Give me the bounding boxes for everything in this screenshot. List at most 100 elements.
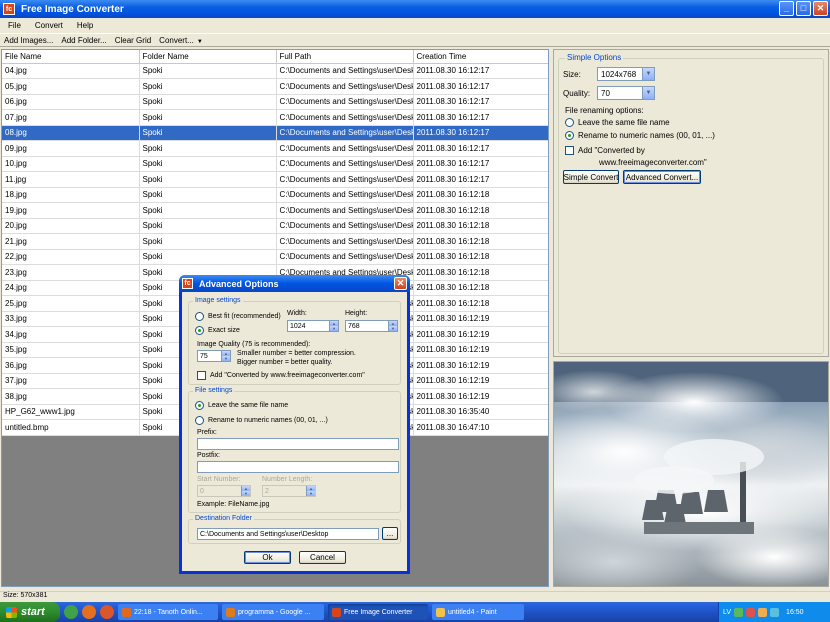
exact-size-label[interactable]: Exact size (208, 327, 240, 334)
windows-flag-icon (6, 606, 17, 618)
table-row[interactable]: 08.jpg Spoki C:\Documents and Settings\use… (2, 125, 548, 141)
quicklaunch-icon-3[interactable] (100, 605, 114, 619)
tray-icon-1[interactable] (734, 607, 744, 617)
add-converted-label-line1[interactable]: Add "Converted by (578, 146, 645, 155)
table-row[interactable]: 19.jpg Spoki C:\Documents and Settings\use… (2, 202, 548, 219)
table-row[interactable]: 10.jpg Spoki C:\Documents and Settings\use… (2, 156, 548, 172)
minimize-button[interactable]: _ (779, 1, 794, 16)
leave-same-radio[interactable] (565, 118, 574, 127)
prefix-input[interactable] (197, 438, 399, 450)
dialog-titlebar[interactable]: fc Advanced Options ✕ (179, 275, 410, 292)
taskbar-task[interactable]: 22:18 - Tanoth Onlin... (118, 604, 218, 620)
image-quality-input[interactable]: 75 ▲ ▼ (197, 350, 231, 362)
dialog-add-converted-checkbox[interactable] (197, 371, 206, 380)
dialog-rename-numeric-radio[interactable] (195, 416, 204, 425)
height-input[interactable]: 768 ▲ ▼ (345, 320, 398, 332)
table-row[interactable]: 04.jpg Spoki C:\Documents and Settings\use… (2, 63, 548, 79)
close-button[interactable]: ✕ (813, 1, 828, 16)
table-cell: Spoki (139, 187, 277, 203)
postfix-label: Postfix: (197, 452, 220, 459)
exact-size-radio[interactable] (195, 326, 204, 335)
table-row[interactable]: 11.jpg Spoki C:\Documents and Settings\use… (2, 171, 548, 188)
best-fit-label[interactable]: Best fit (recommended) (208, 313, 281, 320)
table-row[interactable]: 21.jpg Spoki C:\Documents and Settings\use… (2, 233, 548, 250)
quality-spinner[interactable]: ▲ ▼ (221, 351, 230, 361)
firefox-icon[interactable] (82, 605, 96, 619)
dialog-leave-same-radio[interactable] (195, 401, 204, 410)
destination-input[interactable]: C:\Documents and Settings\user\Desktop (197, 528, 379, 540)
maximize-button[interactable]: □ (796, 1, 811, 16)
quality-select[interactable]: 70 ▼ (597, 86, 655, 100)
taskbar-task[interactable]: programma - Google ... (222, 604, 324, 620)
table-row[interactable]: 05.jpg Spoki C:\Documents and Settings\use… (2, 78, 548, 95)
start-number-input[interactable]: 0 ▲ ▼ (197, 485, 251, 497)
advanced-convert-button[interactable]: Advanced Convert... (623, 170, 701, 184)
start-number-spinner[interactable]: ▲ ▼ (241, 486, 250, 496)
width-spinner[interactable]: ▲ ▼ (329, 321, 338, 331)
simple-options-panel: Simple Options Size: 1024x768 ▼ Quality:… (553, 49, 829, 357)
dialog-close-button[interactable]: ✕ (394, 277, 407, 290)
dialog-add-converted-label[interactable]: Add "Converted by www.freeimageconverter… (210, 372, 365, 379)
number-length-spinner[interactable]: ▲ ▼ (306, 486, 315, 496)
size-select[interactable]: 1024x768 ▼ (597, 67, 655, 81)
add-images-button[interactable]: Add Images... (0, 36, 57, 45)
postfix-input[interactable] (197, 461, 399, 473)
best-fit-radio[interactable] (195, 312, 204, 321)
convert-dropdown-button[interactable]: Convert... ▼ (155, 36, 207, 45)
table-cell: 25.jpg (2, 295, 140, 312)
start-button[interactable]: start (0, 602, 60, 622)
table-cell: C:\Documents and Settings\user\Deskt... (276, 233, 414, 250)
spin-down-icon[interactable]: ▼ (329, 326, 338, 331)
table-cell: C:\Documents and Settings\user\Deskt... (276, 125, 414, 141)
table-row[interactable]: 07.jpg Spoki C:\Documents and Settings\use… (2, 109, 548, 126)
spin-down-icon[interactable]: ▼ (241, 491, 250, 496)
taskbar-task[interactable]: Free Image Converter (328, 604, 428, 620)
table-cell: 2011.08.30 16:12:19 (413, 342, 548, 358)
menu-file[interactable]: File (0, 21, 27, 30)
column-header[interactable]: Folder Name (139, 50, 277, 64)
table-cell: 10.jpg (2, 156, 140, 172)
table-cell: 2011.08.30 16:12:18 (413, 202, 548, 219)
quicklaunch-icon-1[interactable] (64, 605, 78, 619)
taskbar: start 22:18 - Tanoth Onlin... programma -… (0, 602, 830, 622)
tray-icon-2[interactable] (746, 607, 756, 617)
tray-icon-3[interactable] (758, 607, 768, 617)
table-cell: 2011.08.30 16:12:19 (413, 326, 548, 343)
table-row[interactable]: 09.jpg Spoki C:\Documents and Settings\use… (2, 140, 548, 157)
window-titlebar[interactable]: fc Free Image Converter _ □ ✕ (0, 0, 830, 18)
simple-convert-button[interactable]: Simple Convert (563, 170, 619, 184)
dialog-rename-numeric-label[interactable]: Rename to numeric names (00, 01, ...) (208, 417, 328, 424)
column-header[interactable]: File Name (2, 50, 140, 64)
spin-down-icon[interactable]: ▼ (388, 326, 397, 331)
spin-down-icon[interactable]: ▼ (221, 356, 230, 361)
spin-down-icon[interactable]: ▼ (306, 491, 315, 496)
taskbar-task[interactable]: untitled4 - Paint (432, 604, 524, 620)
quality-value: 70 (601, 88, 610, 98)
start-label: start (21, 606, 45, 618)
table-row[interactable]: 22.jpg Spoki C:\Documents and Settings\use… (2, 249, 548, 265)
column-header[interactable]: Full Path (276, 50, 414, 64)
table-row[interactable]: 18.jpg Spoki C:\Documents and Settings\use… (2, 187, 548, 203)
menu-convert[interactable]: Convert (27, 21, 69, 30)
dialog-leave-same-label[interactable]: Leave the same file name (208, 402, 288, 409)
leave-same-label[interactable]: Leave the same file name (578, 118, 670, 127)
table-row[interactable]: 06.jpg Spoki C:\Documents and Settings\use… (2, 94, 548, 110)
volume-icon[interactable] (770, 607, 780, 617)
width-value: 1024 (290, 322, 306, 330)
menu-help[interactable]: Help (69, 21, 99, 30)
rename-numeric-radio[interactable] (565, 131, 574, 140)
ok-button[interactable]: Ok (244, 551, 291, 564)
number-length-input[interactable]: 2 ▲ ▼ (262, 485, 316, 497)
column-header[interactable]: Creation Time (413, 50, 548, 64)
width-input[interactable]: 1024 ▲ ▼ (287, 320, 339, 332)
browse-button[interactable]: ... (382, 527, 398, 540)
cancel-button[interactable]: Cancel (299, 551, 346, 564)
height-spinner[interactable]: ▲ ▼ (388, 321, 397, 331)
rename-numeric-label[interactable]: Rename to numeric names (00, 01, ...) (578, 131, 715, 140)
clear-grid-button[interactable]: Clear Grid (111, 36, 155, 45)
add-folder-button[interactable]: Add Folder... (57, 36, 110, 45)
add-converted-checkbox[interactable] (565, 146, 574, 155)
table-cell: 2011.08.30 16:12:17 (413, 156, 548, 172)
table-row[interactable]: 20.jpg Spoki C:\Documents and Settings\use… (2, 218, 548, 234)
language-indicator[interactable]: LV (723, 609, 731, 616)
